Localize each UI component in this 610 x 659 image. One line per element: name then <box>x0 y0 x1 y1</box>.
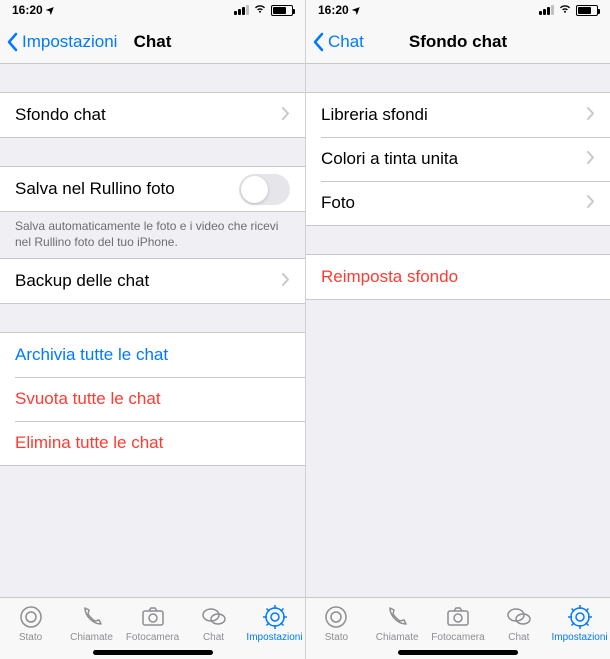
content: Libreria sfondi Colori a tinta unita Fot… <box>306 64 610 597</box>
battery-icon <box>271 5 293 16</box>
back-button[interactable]: Impostazioni <box>0 32 117 52</box>
nav-title: Sfondo chat <box>409 32 507 52</box>
status-bar: 16:20 ➤ <box>0 0 305 20</box>
wifi-icon <box>558 3 572 17</box>
row-libreria-sfondi[interactable]: Libreria sfondi <box>306 93 610 137</box>
switch-salva-rullino[interactable] <box>239 174 290 205</box>
tab-stato[interactable]: Stato <box>306 604 366 643</box>
tab-label: Stato <box>19 632 42 643</box>
status-time: 16:20 <box>12 3 43 17</box>
gear-icon <box>567 604 593 630</box>
row-foto[interactable]: Foto <box>306 181 610 225</box>
row-colori-tinta[interactable]: Colori a tinta unita <box>306 137 610 181</box>
screen-sfondo-chat: 16:20 ➤ Chat Sfondo chat Libreria sfondi… <box>305 0 610 659</box>
back-label: Chat <box>328 32 364 52</box>
row-label: Backup delle chat <box>15 271 149 291</box>
row-backup-chat[interactable]: Backup delle chat <box>0 259 305 303</box>
tab-chiamate[interactable]: Chiamate <box>62 604 122 643</box>
location-icon: ➤ <box>350 3 364 17</box>
footer-salva: Salva automaticamente le foto e i video … <box>0 212 305 258</box>
row-label: Elimina tutte le chat <box>15 433 163 453</box>
chevron-right-icon <box>282 271 290 291</box>
tab-fotocamera[interactable]: Fotocamera <box>428 604 488 643</box>
tab-stato[interactable]: Stato <box>1 604 61 643</box>
tab-label: Impostazioni <box>552 632 608 643</box>
phone-icon <box>384 604 410 630</box>
tab-label: Fotocamera <box>431 632 484 643</box>
screen-chat-settings: 16:20 ➤ Impostazioni Chat Sfondo chat Sa… <box>0 0 305 659</box>
tab-chat[interactable]: Chat <box>489 604 549 643</box>
row-sfondo-chat[interactable]: Sfondo chat <box>0 93 305 137</box>
back-label: Impostazioni <box>22 32 117 52</box>
row-label: Foto <box>321 193 355 213</box>
phone-icon <box>79 604 105 630</box>
camera-icon <box>445 604 471 630</box>
tab-label: Chiamate <box>376 632 419 643</box>
chat-icon <box>506 604 532 630</box>
chevron-right-icon <box>587 149 595 169</box>
battery-icon <box>576 5 598 16</box>
row-reimposta-sfondo[interactable]: Reimposta sfondo <box>306 255 610 299</box>
row-salva-rullino[interactable]: Salva nel Rullino foto <box>0 167 305 211</box>
tab-impostazioni[interactable]: Impostazioni <box>550 604 610 643</box>
row-label: Svuota tutte le chat <box>15 389 161 409</box>
chat-icon <box>201 604 227 630</box>
chevron-right-icon <box>587 193 595 213</box>
row-label: Archivia tutte le chat <box>15 345 168 365</box>
gear-icon <box>262 604 288 630</box>
home-indicator[interactable] <box>93 650 213 655</box>
nav-bar: Chat Sfondo chat <box>306 20 610 64</box>
row-label: Libreria sfondi <box>321 105 428 125</box>
tab-impostazioni[interactable]: Impostazioni <box>245 604 305 643</box>
tab-label: Chiamate <box>70 632 113 643</box>
row-label: Salva nel Rullino foto <box>15 179 175 199</box>
row-label: Sfondo chat <box>15 105 106 125</box>
signal-icon <box>539 5 554 15</box>
tab-label: Fotocamera <box>126 632 179 643</box>
status-icon <box>18 604 44 630</box>
home-indicator[interactable] <box>398 650 518 655</box>
nav-bar: Impostazioni Chat <box>0 20 305 64</box>
status-icon <box>323 604 349 630</box>
wifi-icon <box>253 3 267 17</box>
status-bar: 16:20 ➤ <box>306 0 610 20</box>
tab-label: Impostazioni <box>246 632 302 643</box>
tab-chiamate[interactable]: Chiamate <box>367 604 427 643</box>
tab-fotocamera[interactable]: Fotocamera <box>123 604 183 643</box>
tab-label: Chat <box>203 632 224 643</box>
signal-icon <box>234 5 249 15</box>
tab-label: Stato <box>325 632 348 643</box>
row-label: Reimposta sfondo <box>321 267 458 287</box>
location-icon: ➤ <box>44 3 58 17</box>
back-button[interactable]: Chat <box>306 32 364 52</box>
row-elimina-tutte[interactable]: Elimina tutte le chat <box>0 421 305 465</box>
camera-icon <box>140 604 166 630</box>
row-svuota-tutte[interactable]: Svuota tutte le chat <box>0 377 305 421</box>
tab-chat[interactable]: Chat <box>184 604 244 643</box>
row-archivia-tutte[interactable]: Archivia tutte le chat <box>0 333 305 377</box>
chevron-right-icon <box>282 105 290 125</box>
content: Sfondo chat Salva nel Rullino foto Salva… <box>0 64 305 597</box>
tab-label: Chat <box>508 632 529 643</box>
row-label: Colori a tinta unita <box>321 149 458 169</box>
chevron-right-icon <box>587 105 595 125</box>
status-time: 16:20 <box>318 3 349 17</box>
nav-title: Chat <box>134 32 172 52</box>
